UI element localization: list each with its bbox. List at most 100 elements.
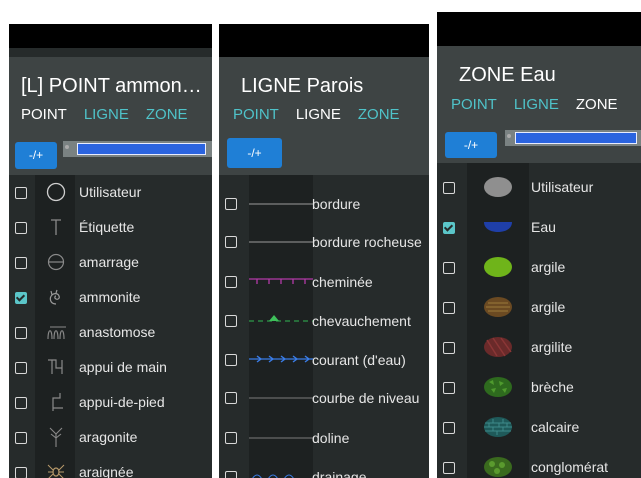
- checkbox[interactable]: [225, 276, 237, 288]
- list-item[interactable]: cheminée: [219, 264, 429, 300]
- checkbox[interactable]: [225, 236, 237, 248]
- tab-ligne[interactable]: LIGNE: [84, 106, 129, 123]
- list-item[interactable]: conglomérat: [437, 450, 641, 478]
- list-item[interactable]: Étiquette: [9, 210, 212, 245]
- checkbox[interactable]: [443, 382, 455, 394]
- list-item[interactable]: courant (d'eau): [219, 342, 429, 378]
- item-label: courbe de niveau: [312, 390, 420, 406]
- item-label: brèche: [531, 379, 574, 395]
- aragonite-icon: [49, 427, 63, 447]
- checkbox[interactable]: [15, 222, 27, 234]
- tab-point[interactable]: POINT: [233, 106, 279, 123]
- list-item[interactable]: doline: [219, 420, 429, 456]
- slider-fill: [515, 132, 637, 144]
- slider-knob[interactable]: [507, 134, 511, 138]
- status-bar: [219, 24, 429, 57]
- list-item[interactable]: araignée: [9, 455, 212, 478]
- tab-ligne[interactable]: LIGNE: [514, 96, 559, 113]
- anastomose-icon: [47, 326, 66, 340]
- size-toggle-button[interactable]: -/+: [445, 132, 497, 158]
- checkbox[interactable]: [443, 262, 455, 274]
- checkbox[interactable]: [225, 432, 237, 444]
- checkbox[interactable]: [15, 257, 27, 269]
- list-item[interactable]: appui-de-pied: [9, 385, 212, 420]
- item-label: Étiquette: [79, 219, 135, 235]
- checkbox[interactable]: [443, 302, 455, 314]
- item-label: argile: [531, 259, 566, 275]
- checkbox[interactable]: [15, 187, 27, 199]
- checkbox[interactable]: [225, 198, 237, 210]
- size-toggle-button[interactable]: -/+: [227, 138, 282, 168]
- spider-icon: [47, 464, 65, 478]
- item-label: Utilisateur: [531, 179, 594, 195]
- item-label: Eau: [531, 219, 556, 235]
- checkbox[interactable]: [443, 222, 455, 234]
- list-item[interactable]: Utilisateur: [437, 170, 641, 210]
- status-bar: [9, 24, 212, 48]
- water-flow-line-icon: [249, 355, 313, 363]
- status-bar: [437, 12, 641, 46]
- checkbox[interactable]: [443, 462, 455, 474]
- list-item[interactable]: argilite: [437, 330, 641, 370]
- item-label: drainage: [312, 469, 367, 478]
- list-item[interactable]: Utilisateur: [9, 175, 212, 210]
- tab-zone[interactable]: ZONE: [576, 96, 618, 113]
- item-label: bordure: [312, 196, 361, 212]
- list-item[interactable]: anastomose: [9, 315, 212, 350]
- checkbox[interactable]: [225, 315, 237, 327]
- list-item[interactable]: aragonite: [9, 420, 212, 455]
- list-item[interactable]: amarrage: [9, 245, 212, 280]
- list-item[interactable]: courbe de niveau: [219, 380, 429, 416]
- list-item[interactable]: brèche: [437, 370, 641, 410]
- list-item[interactable]: argile: [437, 290, 641, 330]
- list-item[interactable]: argile: [437, 250, 641, 290]
- slider-knob[interactable]: [65, 145, 69, 149]
- item-label: doline: [312, 430, 350, 446]
- tab-zone[interactable]: ZONE: [146, 106, 188, 123]
- list-item[interactable]: drainage: [219, 459, 429, 478]
- item-label: calcaire: [531, 419, 580, 435]
- list-item[interactable]: bordure: [219, 186, 429, 222]
- breccia-icon: [484, 377, 512, 397]
- tab-point[interactable]: POINT: [21, 106, 67, 123]
- drainage-line-icon: [252, 474, 294, 478]
- argillite-icon: [484, 337, 512, 357]
- item-label: appui-de-pied: [79, 394, 165, 410]
- checkbox[interactable]: [443, 342, 455, 354]
- checkbox[interactable]: [15, 432, 27, 444]
- water-area-icon: [484, 222, 512, 232]
- checkbox[interactable]: [225, 392, 237, 404]
- checkbox[interactable]: [225, 471, 237, 478]
- checkbox[interactable]: [15, 327, 27, 339]
- item-label: appui de main: [79, 359, 167, 375]
- tab-ligne[interactable]: LIGNE: [296, 106, 341, 123]
- item-label: cheminée: [312, 274, 373, 290]
- tab-zone[interactable]: ZONE: [358, 106, 400, 123]
- list-item[interactable]: Eau: [437, 210, 641, 250]
- item-label: conglomérat: [531, 459, 609, 475]
- checkbox[interactable]: [15, 292, 27, 304]
- checkbox[interactable]: [15, 397, 27, 409]
- size-slider[interactable]: [63, 141, 212, 157]
- list-item[interactable]: calcaire: [437, 410, 641, 450]
- chimney-line-icon: [249, 278, 313, 284]
- checkbox[interactable]: [15, 467, 27, 478]
- panel-header: LIGNE Parois POINT LIGNE ZONE -/+: [219, 57, 429, 175]
- list-item[interactable]: bordure rocheuse: [219, 224, 429, 260]
- checkbox[interactable]: [225, 354, 237, 366]
- doline-line-icon: [249, 437, 313, 439]
- item-label: araignée: [79, 464, 134, 478]
- size-slider[interactable]: [505, 130, 641, 146]
- panel-header: ZONE Eau POINT LIGNE ZONE -/+: [437, 46, 641, 163]
- checkbox[interactable]: [443, 422, 455, 434]
- list-item[interactable]: ammonite: [9, 280, 212, 315]
- plain-line-icon: [249, 203, 313, 205]
- item-label: anastomose: [79, 324, 156, 340]
- list-item[interactable]: chevauchement: [219, 303, 429, 339]
- panel-header: [L] POINT ammon… POINT LIGNE ZONE -/+: [9, 57, 212, 175]
- size-toggle-button[interactable]: -/+: [15, 142, 57, 169]
- list-item[interactable]: appui de main: [9, 350, 212, 385]
- checkbox[interactable]: [443, 182, 455, 194]
- tab-point[interactable]: POINT: [451, 96, 497, 113]
- checkbox[interactable]: [15, 362, 27, 374]
